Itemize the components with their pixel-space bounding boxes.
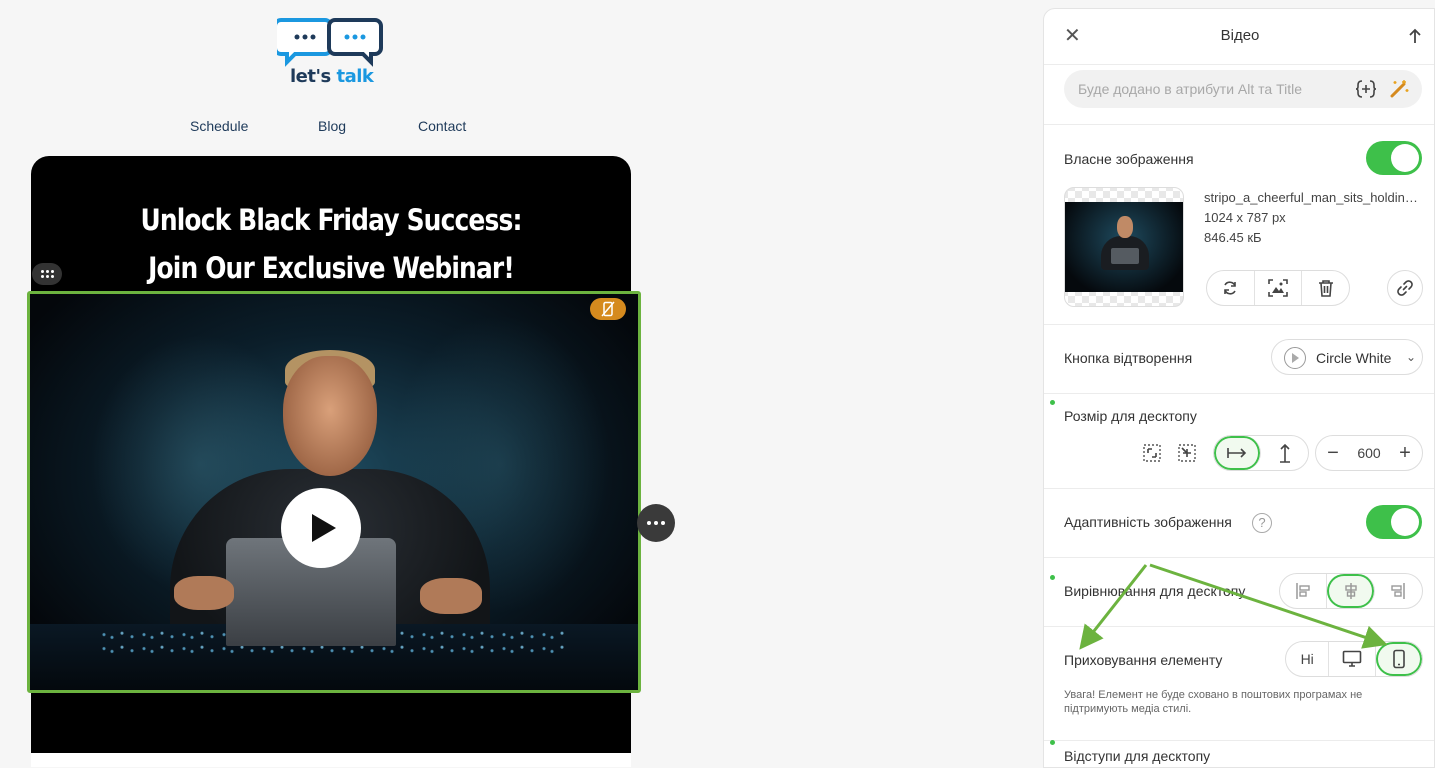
logo-word-2: talk <box>336 66 374 87</box>
increase-width-button[interactable]: + <box>1388 436 1422 470</box>
hidden-on-mobile-badge-icon <box>590 298 626 320</box>
alignment-label: Вирівнювання для десктопу <box>1064 583 1246 599</box>
changed-indicator-dot <box>1050 400 1055 405</box>
replace-image-icon[interactable] <box>1207 271 1255 305</box>
hide-warning-note: Увага! Елемент не буде сховано в поштови… <box>1064 689 1363 715</box>
hide-none-option[interactable]: Ні <box>1286 642 1330 676</box>
align-center-icon[interactable] <box>1327 574 1375 608</box>
hero-headline: Unlock Black Friday Success: Join Our Ex… <box>73 196 589 292</box>
merge-tags-icon[interactable] <box>1355 79 1377 99</box>
alignment-group <box>1279 573 1423 609</box>
fit-height-icon[interactable] <box>1261 436 1308 470</box>
settings-panel: ✕ Відео Власне зображення stripo_a_cheer… <box>1043 8 1435 768</box>
adaptivity-toggle[interactable] <box>1366 505 1422 539</box>
edit-image-icon[interactable] <box>1255 271 1303 305</box>
play-icon <box>312 514 336 542</box>
chevron-down-icon: ⌄ <box>1406 350 1417 364</box>
size-mode-group <box>1213 435 1309 471</box>
desktop-icon[interactable] <box>1329 642 1376 676</box>
fit-width-icon[interactable] <box>1214 436 1262 470</box>
headline-line-1: Unlock Black Friday Success: <box>140 203 522 237</box>
video-play-button[interactable] <box>281 488 361 568</box>
hide-element-label: Приховування елементу <box>1064 652 1223 668</box>
decrease-width-button[interactable]: − <box>1316 436 1350 470</box>
file-dimensions: 1024 x 787 px <box>1204 210 1286 225</box>
email-footer-strip <box>31 753 631 767</box>
hide-element-group: Ні <box>1285 641 1423 677</box>
changed-indicator-dot <box>1050 575 1055 580</box>
video-block-selected[interactable] <box>27 291 641 693</box>
file-name: stripo_a_cheerful_man_sits_holding_lapto… <box>1204 190 1420 205</box>
desktop-size-label: Розмір для десктопу <box>1064 408 1197 424</box>
collapse-panel-icon[interactable] <box>1406 26 1424 46</box>
width-value[interactable]: 600 <box>1350 445 1388 461</box>
alt-title-input[interactable] <box>1078 78 1310 100</box>
changed-indicator-dot <box>1050 740 1055 745</box>
file-size: 846.45 кБ <box>1204 230 1262 245</box>
align-right-icon[interactable] <box>1375 574 1422 608</box>
email-nav: Schedule Blog Contact <box>0 118 660 138</box>
shrink-size-icon[interactable] <box>1176 442 1198 464</box>
headline-line-2: Join Our Exclusive Webinar! <box>148 251 515 285</box>
play-button-style-value: Circle White <box>1316 350 1392 366</box>
alt-title-field <box>1064 70 1422 108</box>
delete-image-icon[interactable] <box>1302 271 1349 305</box>
custom-image-label: Власне зображення <box>1064 151 1194 167</box>
align-left-icon[interactable] <box>1280 574 1328 608</box>
drag-handle-icon[interactable] <box>32 263 62 285</box>
circle-play-icon <box>1284 347 1306 369</box>
logo-wordmark: let's talk <box>290 66 374 87</box>
panel-header: ✕ Відео <box>1044 9 1434 65</box>
width-stepper: − 600 + <box>1315 435 1423 471</box>
image-thumbnail <box>1064 187 1184 307</box>
custom-image-toggle[interactable] <box>1366 141 1422 175</box>
mobile-icon[interactable] <box>1375 642 1422 676</box>
link-icon[interactable] <box>1387 270 1423 306</box>
desktop-padding-label: Відступи для десктопу <box>1064 748 1211 764</box>
nav-link-contact[interactable]: Contact <box>418 118 466 134</box>
help-icon[interactable]: ? <box>1252 513 1272 533</box>
nav-link-blog[interactable]: Blog <box>318 118 346 134</box>
adaptivity-label: Адаптивність зображення <box>1064 514 1232 530</box>
more-options-icon[interactable] <box>637 504 675 542</box>
panel-title: Відео <box>1220 27 1260 44</box>
logo-word-1: let's <box>290 66 331 87</box>
expand-size-icon[interactable] <box>1141 442 1163 464</box>
play-button-style-select[interactable]: Circle White ⌄ <box>1271 339 1423 375</box>
image-actions-group <box>1206 270 1350 306</box>
play-button-label: Кнопка відтворення <box>1064 350 1193 366</box>
nav-link-schedule[interactable]: Schedule <box>190 118 248 134</box>
ai-magic-wand-icon[interactable] <box>1388 78 1410 100</box>
